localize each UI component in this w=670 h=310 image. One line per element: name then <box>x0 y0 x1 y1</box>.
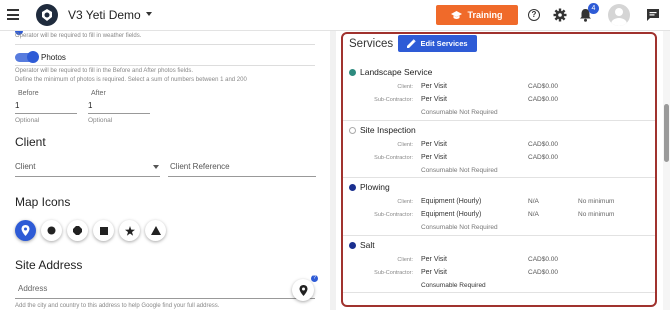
avatar[interactable] <box>608 4 630 26</box>
sub-rate-label: Sub-Contractor: <box>374 97 413 103</box>
consumable-status: Consumable Required <box>421 282 486 289</box>
photos-label: Photos <box>41 53 66 62</box>
left-panel-scrollbar[interactable] <box>330 31 336 310</box>
client-section-title: Client <box>15 135 46 149</box>
address-help: Add the city and country to this address… <box>15 303 220 309</box>
service-name: Landscape Service <box>360 67 433 77</box>
client-rate-price: CAD$0.00 <box>528 141 558 148</box>
graduation-cap-icon <box>451 10 463 19</box>
client-rate-type: Per Visit <box>421 141 447 148</box>
sub-rate-price: CAD$0.00 <box>528 154 558 161</box>
top-bar: V3 Yeti Demo Training ? 4 <box>0 0 670 31</box>
weather-note: Operator will be required to fill in wea… <box>15 33 142 39</box>
notification-badge: 4 <box>588 3 599 14</box>
pin-icon <box>21 225 30 236</box>
sub-rate-price: CAD$0.00 <box>528 269 558 276</box>
sub-rate-label: Sub-Contractor: <box>374 155 413 161</box>
map-icon-square-button[interactable] <box>93 220 114 241</box>
client-minimum: No minimum <box>578 198 615 205</box>
edit-services-label: Edit Services <box>420 39 468 48</box>
triangle-icon <box>150 226 161 235</box>
client-rate-type: Per Visit <box>421 83 447 90</box>
yeti-logo-icon[interactable] <box>36 4 58 26</box>
client-rate-label: Client: <box>397 84 413 90</box>
map-icon-triangle-button[interactable] <box>145 220 166 241</box>
service-status-dot[interactable] <box>349 127 356 134</box>
square-icon <box>99 226 108 235</box>
after-hint: Optional <box>88 117 113 124</box>
hamburger-menu-icon[interactable] <box>7 9 19 20</box>
client-rate-label: Client: <box>397 199 413 205</box>
octagon-icon <box>73 226 82 235</box>
after-label: After <box>91 90 106 97</box>
page-scrollbar-thumb[interactable] <box>664 104 669 162</box>
sub-rate-price: N/A <box>528 211 539 218</box>
service-name: Plowing <box>360 182 390 192</box>
sub-minimum: No minimum <box>578 211 615 218</box>
star-icon <box>124 225 135 236</box>
before-input[interactable]: 1 <box>15 101 19 110</box>
client-rate-type: Per Visit <box>421 256 447 263</box>
client-rate-price: CAD$0.00 <box>528 83 558 90</box>
photos-min-note: Define the minimum of photos is required… <box>15 77 247 83</box>
map-icon-star-button[interactable] <box>119 220 140 241</box>
client-rate-label: Client: <box>397 142 413 148</box>
before-hint: Optional <box>15 117 40 124</box>
app-title[interactable]: V3 Yeti Demo <box>68 8 141 22</box>
sub-rate-type: Per Visit <box>421 96 447 103</box>
sub-rate-type: Equipment (Hourly) <box>421 211 482 218</box>
chat-icon[interactable] <box>646 8 660 22</box>
service-name: Salt <box>360 240 375 250</box>
sub-rate-label: Sub-Contractor: <box>374 270 413 276</box>
address-input[interactable]: Address <box>18 284 47 293</box>
job-form-panel: Operator will be required to fill in wea… <box>0 31 335 310</box>
client-rate-label: Client: <box>397 257 413 263</box>
help-icon[interactable]: ? <box>528 9 540 21</box>
client-select[interactable]: Client <box>15 162 35 171</box>
before-label: Before <box>18 90 39 97</box>
client-rate-type: Equipment (Hourly) <box>421 198 482 205</box>
consumable-status: Consumable Not Required <box>421 109 498 116</box>
sub-rate-label: Sub-Contractor: <box>374 212 413 218</box>
gear-icon[interactable] <box>553 8 567 22</box>
map-icons-title: Map Icons <box>15 195 71 209</box>
map-icon-octagon-button[interactable] <box>67 220 88 241</box>
consumable-status: Consumable Not Required <box>421 167 498 174</box>
edit-services-button[interactable]: Edit Services <box>398 35 477 52</box>
service-status-dot[interactable] <box>349 69 356 76</box>
photos-note: Operator will be required to fill in the… <box>15 68 194 74</box>
circle-icon <box>47 226 56 235</box>
service-status-dot[interactable] <box>349 184 356 191</box>
site-address-title: Site Address <box>15 258 83 272</box>
info-icon[interactable]: ? <box>311 275 318 282</box>
sub-rate-type: Per Visit <box>421 269 447 276</box>
consumable-status: Consumable Not Required <box>421 224 498 231</box>
training-button[interactable]: Training <box>436 5 518 25</box>
client-reference-input[interactable]: Client Reference <box>170 162 230 171</box>
services-panel: Services Edit Services Landscape Service… <box>341 32 657 307</box>
services-title: Services <box>349 38 394 50</box>
training-label: Training <box>467 10 503 20</box>
sub-rate-type: Per Visit <box>421 154 447 161</box>
map-pin-icon <box>299 284 307 296</box>
service-status-dot[interactable] <box>349 242 356 249</box>
service-name: Site Inspection <box>360 125 416 135</box>
client-rate-price: CAD$0.00 <box>528 256 558 263</box>
after-input[interactable]: 1 <box>88 101 92 110</box>
client-dropdown-caret-icon[interactable] <box>153 165 159 169</box>
map-icon-pin-button[interactable] <box>15 220 36 241</box>
photos-toggle-knob[interactable] <box>27 51 39 63</box>
sub-rate-price: CAD$0.00 <box>528 96 558 103</box>
locate-address-button[interactable] <box>292 279 314 301</box>
chevron-down-icon[interactable] <box>146 12 152 16</box>
pencil-icon <box>407 39 417 48</box>
client-rate-price: N/A <box>528 198 539 205</box>
page-scrollbar-track[interactable] <box>663 31 670 310</box>
map-icon-circle-button[interactable] <box>41 220 62 241</box>
